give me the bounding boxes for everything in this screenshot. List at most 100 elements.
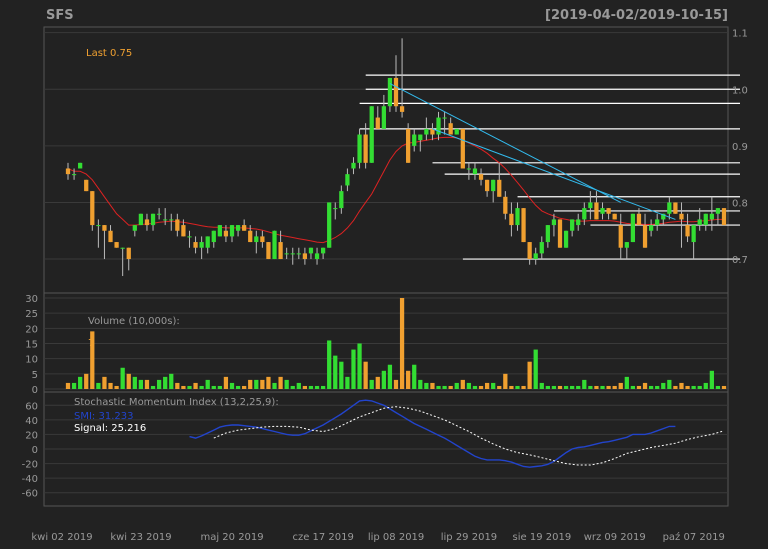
volume-bar bbox=[266, 376, 271, 389]
volume-tick-label: 25 bbox=[25, 309, 38, 320]
volume-bar bbox=[272, 382, 277, 389]
smi-tick-label: 20 bbox=[25, 430, 38, 441]
candle-body bbox=[442, 117, 447, 119]
volume-bar bbox=[661, 382, 666, 389]
candle-body bbox=[424, 128, 429, 135]
candle-body bbox=[582, 208, 587, 220]
volume-bar bbox=[448, 385, 453, 389]
candle-body bbox=[193, 242, 198, 248]
candle-body bbox=[503, 196, 508, 214]
candle-body bbox=[399, 106, 405, 112]
smi-tick-label: -60 bbox=[22, 489, 38, 500]
smi-tick-label: 0 bbox=[32, 445, 38, 456]
volume-bar bbox=[685, 385, 690, 389]
candle-body bbox=[703, 213, 708, 226]
candle-body bbox=[339, 191, 344, 209]
volume-bar bbox=[102, 376, 107, 389]
volume-bar bbox=[205, 379, 210, 389]
candle-body bbox=[375, 117, 380, 129]
volume-bar bbox=[229, 382, 235, 389]
candle-body bbox=[533, 253, 538, 260]
candle-body bbox=[205, 236, 210, 248]
volume-bar bbox=[187, 385, 192, 389]
volume-bar bbox=[278, 376, 283, 389]
candle-body bbox=[272, 230, 277, 260]
volume-bar bbox=[600, 385, 605, 389]
volume-bar bbox=[393, 379, 399, 389]
volume-bar bbox=[545, 385, 550, 389]
volume-bar bbox=[691, 385, 696, 389]
price-tick-label: 0.9 bbox=[732, 142, 748, 153]
candle-body bbox=[363, 134, 368, 163]
candle-body bbox=[472, 168, 478, 175]
volume-bar bbox=[503, 373, 508, 389]
volume-bar bbox=[721, 385, 727, 389]
volume-bar bbox=[454, 382, 459, 389]
volume-bar bbox=[375, 376, 380, 389]
candle-body bbox=[90, 191, 95, 226]
volume-bar bbox=[217, 385, 222, 389]
volume-bar bbox=[339, 361, 344, 389]
candle-body bbox=[612, 213, 617, 220]
candle-body bbox=[557, 219, 563, 248]
volume-bar bbox=[570, 385, 575, 389]
volume-bar bbox=[630, 385, 636, 389]
volume-bar bbox=[181, 385, 186, 389]
volume-bar bbox=[509, 385, 514, 389]
smi-value-label: SMI: 31.233 bbox=[74, 411, 133, 422]
volume-bar bbox=[551, 385, 557, 389]
volume-bar bbox=[497, 385, 502, 389]
candle-body bbox=[673, 202, 678, 214]
candle-body bbox=[588, 202, 593, 209]
volume-bar bbox=[320, 385, 326, 389]
candle-body bbox=[65, 168, 71, 175]
volume-bar bbox=[199, 385, 204, 389]
candle-body bbox=[539, 242, 544, 254]
volume-bar bbox=[557, 385, 563, 389]
volume-tick-label: 5 bbox=[32, 370, 38, 381]
candle-body bbox=[570, 219, 575, 231]
candle-body bbox=[242, 225, 247, 231]
volume-bar bbox=[296, 382, 301, 389]
smi-tick-label: 40 bbox=[25, 416, 38, 427]
volume-bar bbox=[357, 343, 362, 389]
candle-body bbox=[466, 168, 472, 170]
candle-body bbox=[290, 253, 295, 255]
candle-body bbox=[235, 225, 241, 231]
candle-body bbox=[478, 174, 484, 180]
volume-bar bbox=[679, 382, 684, 389]
candle-body bbox=[618, 225, 623, 248]
volume-bar bbox=[442, 385, 447, 389]
candle-body bbox=[393, 77, 399, 107]
candle-body bbox=[448, 123, 453, 135]
candle-body bbox=[114, 242, 119, 248]
candle-body bbox=[491, 179, 496, 192]
volume-bar bbox=[606, 385, 611, 389]
volume-bar bbox=[418, 379, 423, 389]
volume-bar bbox=[612, 385, 617, 389]
signal-line bbox=[213, 406, 725, 466]
volume-bar bbox=[363, 361, 368, 389]
price-tick-label: 0.8 bbox=[732, 198, 748, 209]
candle-body bbox=[102, 225, 107, 231]
candle-body bbox=[229, 225, 235, 237]
volume-bar bbox=[193, 382, 198, 389]
volume-bar bbox=[138, 379, 144, 389]
x-tick-label: lip 08 2019 bbox=[368, 532, 424, 543]
volume-bar bbox=[284, 379, 289, 389]
volume-tick-label: 30 bbox=[25, 294, 38, 305]
candle-body bbox=[460, 128, 465, 169]
candle-body bbox=[278, 242, 283, 260]
volume-bar bbox=[144, 379, 150, 389]
candle-body bbox=[636, 213, 642, 226]
x-tick-label: cze 17 2019 bbox=[292, 532, 353, 543]
candle-body bbox=[521, 208, 526, 243]
candle-body bbox=[594, 202, 599, 220]
candle-body bbox=[108, 230, 113, 243]
candle-body bbox=[150, 213, 156, 226]
volume-bar bbox=[96, 382, 101, 389]
volume-bar bbox=[175, 382, 180, 389]
chart-symbol: SFS bbox=[46, 8, 74, 23]
volume-bar bbox=[78, 376, 83, 389]
volume-bar bbox=[478, 385, 484, 389]
